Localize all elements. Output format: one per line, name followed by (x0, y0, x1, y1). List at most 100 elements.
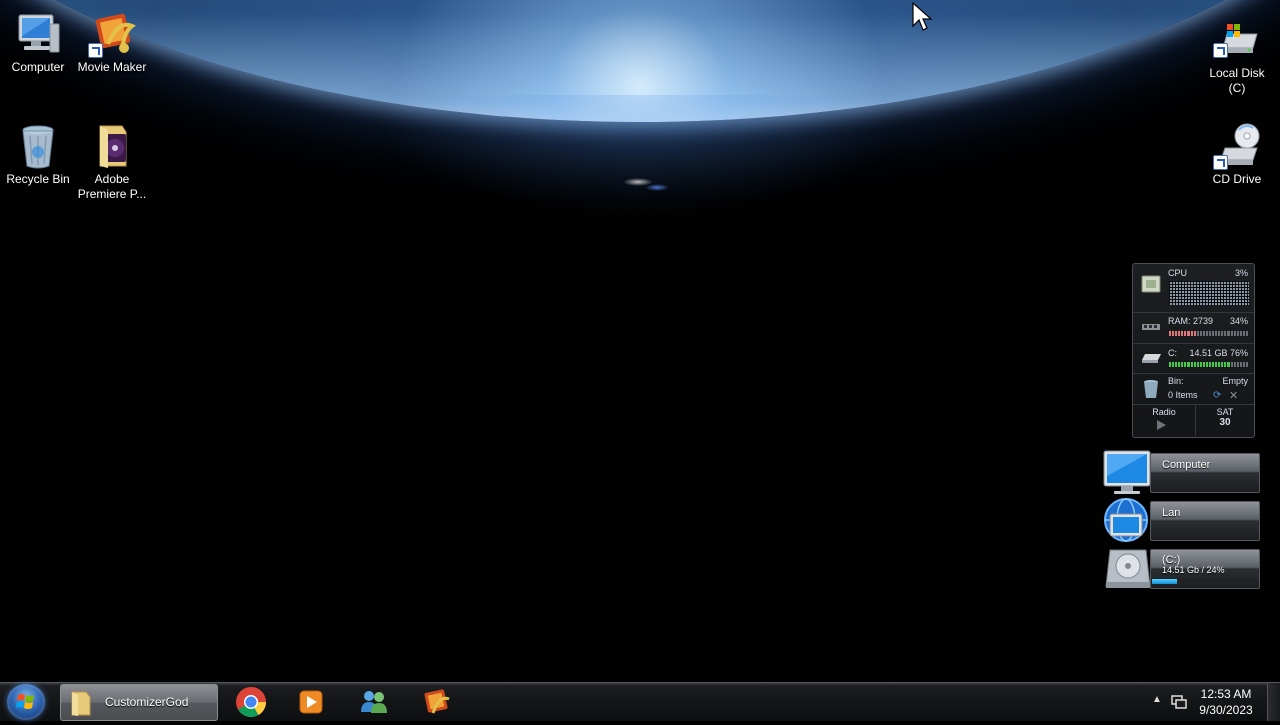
drive-row: C: 14.51 GB 76% (1133, 343, 1254, 374)
bin-row: Bin: Empty 0 Items ⟳ ✕ (1133, 373, 1254, 405)
desktop-icon-movie-maker[interactable]: Movie Maker (74, 10, 150, 75)
bar-segment (1221, 331, 1224, 336)
chrome-icon (236, 687, 266, 718)
bar-segment (1209, 362, 1212, 367)
bin-label: Bin: (1168, 376, 1184, 386)
shortcut-arrow-icon (88, 43, 103, 58)
show-desktop-button[interactable] (1267, 683, 1280, 721)
light-flare (645, 184, 669, 191)
horizon-glow (380, 95, 900, 215)
system-tray: ▲ 12:53 AM 9/30/2023 (1140, 683, 1280, 721)
bar-segment (1190, 362, 1193, 367)
bar-segment (1169, 362, 1172, 367)
computer-gadget[interactable]: Computer (1102, 450, 1260, 496)
network-icon[interactable] (1171, 694, 1187, 710)
icon-label: Local Disk (C) (1209, 66, 1265, 95)
bin-items: 0 Items (1168, 390, 1198, 400)
clock[interactable]: 12:53 AM 9/30/2023 (1196, 686, 1256, 718)
day-label: SAT (1216, 407, 1234, 417)
folder-icon (88, 122, 136, 170)
lan-gadget[interactable]: Lan (1102, 498, 1260, 544)
cpu-graph (1169, 281, 1249, 305)
desktop-icon-adobe-premiere[interactable]: Adobe Premiere P... (74, 122, 150, 202)
bar-segment (1187, 331, 1190, 336)
clock-time: 12:53 AM (1200, 687, 1252, 701)
bar-segment (1239, 331, 1242, 336)
taskbar-item-movie-maker[interactable] (418, 683, 454, 721)
bar-segment (1184, 362, 1187, 367)
bar-segment (1233, 362, 1236, 367)
refresh-icon[interactable]: ⟳ (1213, 390, 1221, 401)
icon-label: Adobe Premiere P... (77, 172, 147, 201)
drive-label: C: (1168, 348, 1177, 358)
bar-segment (1212, 331, 1215, 336)
icon-label: Recycle Bin (6, 172, 70, 186)
recycle-bin-icon (1144, 380, 1158, 398)
bar-segment (1175, 331, 1178, 336)
taskbar-item-messenger[interactable] (356, 683, 392, 721)
drive-usage-bar (1169, 362, 1249, 367)
bar-segment (1245, 362, 1249, 367)
movie-maker-icon (88, 10, 136, 58)
bar-segment (1236, 362, 1239, 367)
bar-segment (1227, 331, 1230, 336)
recycle-bin-icon (14, 122, 62, 170)
desktop-wallpaper (0, 0, 1280, 682)
network-globe-icon (1104, 498, 1148, 542)
bar-segment (1181, 362, 1184, 367)
bar-segment (1202, 362, 1205, 367)
ram-icon (1142, 324, 1160, 330)
empty-bin-icon[interactable]: ✕ (1229, 389, 1238, 402)
desktop-icon-computer[interactable]: Computer (0, 10, 76, 75)
desktop-icon-cd-drive[interactable]: CD Drive (1199, 122, 1275, 187)
bar-segment (1193, 362, 1196, 367)
ram-value: 34% (1229, 316, 1248, 326)
shortcut-arrow-icon (1213, 155, 1228, 170)
bar-segment (1184, 331, 1187, 336)
bar-segment (1230, 362, 1233, 367)
start-button[interactable] (7, 684, 45, 720)
bar-segment (1209, 331, 1212, 336)
drive-c-usage-fill (1152, 579, 1177, 584)
bar-segment (1218, 362, 1221, 367)
bar-segment (1212, 362, 1215, 367)
computer-gadget-title: Computer (1162, 459, 1211, 471)
drive-icon (1142, 354, 1161, 363)
folder-icon (71, 691, 91, 716)
system-monitor-gadget[interactable]: CPU 3% RAM: 2739 34% C: 14.51 GB 76% Bin… (1132, 263, 1255, 438)
bar-segment (1196, 362, 1199, 367)
desktop-icon-recycle-bin[interactable]: Recycle Bin (0, 122, 76, 187)
bar-segment (1236, 331, 1239, 336)
bar-segment (1169, 331, 1172, 336)
taskbar-item-customizergod[interactable]: CustomizerGod (60, 684, 218, 721)
icon-label: Computer (11, 60, 65, 74)
bar-segment (1202, 331, 1205, 336)
bar-segment (1224, 362, 1227, 367)
bar-segment (1218, 331, 1221, 336)
taskbar: CustomizerGod ▲ 12:53 AM 9/30/2023 (0, 682, 1280, 721)
radio-label: Radio (1152, 407, 1176, 417)
show-hidden-icons-icon[interactable]: ▲ (1152, 694, 1162, 705)
taskbar-item-media-player[interactable] (293, 683, 329, 721)
cpu-label: CPU (1168, 268, 1188, 278)
movie-maker-icon (424, 689, 450, 714)
bar-segment (1172, 362, 1175, 367)
bar-segment (1172, 331, 1175, 336)
bar-segment (1205, 362, 1209, 367)
cpu-row: CPU 3% (1133, 264, 1254, 313)
drive-c-usage-text: 14.51 Gb / 24% (1162, 565, 1225, 575)
desktop-icon-local-disk[interactable]: Local Disk (C) (1199, 22, 1275, 96)
bar-segment (1227, 362, 1230, 367)
clock-date: 9/30/2023 (1199, 703, 1253, 717)
ram-row: RAM: 2739 34% (1133, 312, 1254, 344)
taskbar-item-chrome[interactable] (233, 683, 269, 721)
radio-section[interactable]: Radio (1133, 404, 1196, 436)
play-icon[interactable] (1157, 420, 1166, 430)
lan-gadget-title: Lan (1162, 507, 1181, 519)
bar-segment (1224, 331, 1227, 336)
hard-drive-icon (1213, 22, 1261, 58)
cd-drive-icon (1213, 122, 1261, 170)
drive-c-gadget[interactable]: (C:) 14.51 Gb / 24% (1102, 546, 1260, 592)
bar-segment (1178, 362, 1181, 367)
windows-logo-icon (16, 694, 34, 709)
